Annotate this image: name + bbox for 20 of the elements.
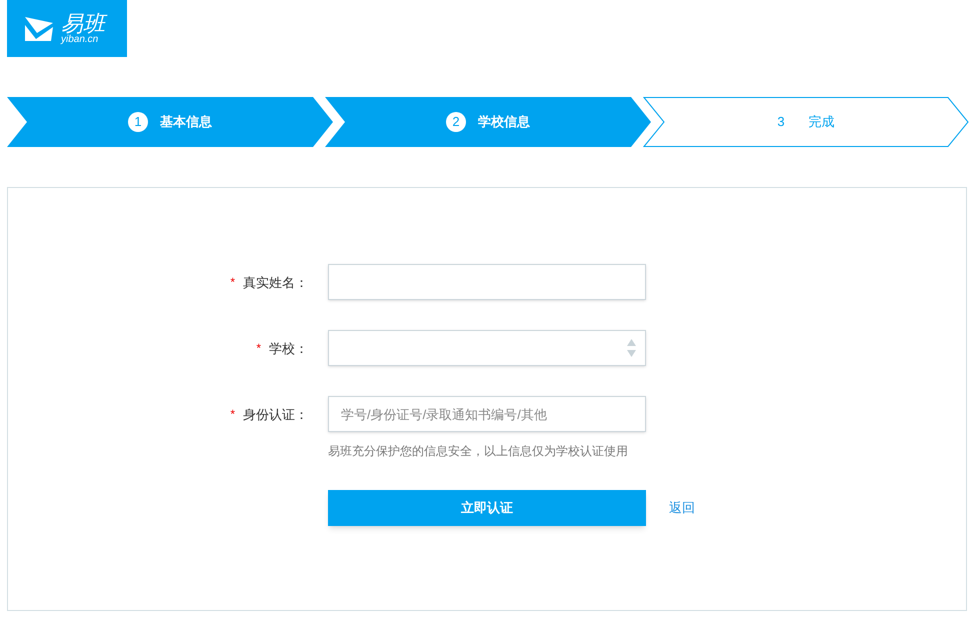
- required-mark: *: [256, 340, 261, 357]
- submit-button[interactable]: 立即认证: [328, 490, 646, 526]
- input-field[interactable]: 学号/身份证号/录取通知书编号/其他: [328, 396, 646, 432]
- step-label: 学校信息: [478, 113, 530, 132]
- up-down-arrows-icon: [627, 339, 636, 357]
- step-number: 3: [777, 113, 785, 132]
- step-label: 基本信息: [160, 113, 212, 132]
- back-link[interactable]: 返回: [669, 498, 695, 518]
- field-label: 真实姓名：: [243, 274, 308, 292]
- school-select[interactable]: [328, 330, 646, 366]
- input-field[interactable]: [328, 264, 646, 300]
- hint-text: 易班充分保护您的信息安全，以上信息仅为学校认证使用: [328, 443, 629, 460]
- required-mark: *: [230, 406, 235, 423]
- field-label: 学校：: [269, 340, 308, 358]
- required-mark: *: [230, 274, 235, 291]
- field-label: 身份认证：: [243, 406, 308, 424]
- logo-name: 易班: [61, 12, 105, 34]
- step-label: 完成: [808, 113, 835, 132]
- logo-domain: yiban.cn: [61, 34, 98, 44]
- logo[interactable]: 易班 yiban.cn: [7, 0, 127, 57]
